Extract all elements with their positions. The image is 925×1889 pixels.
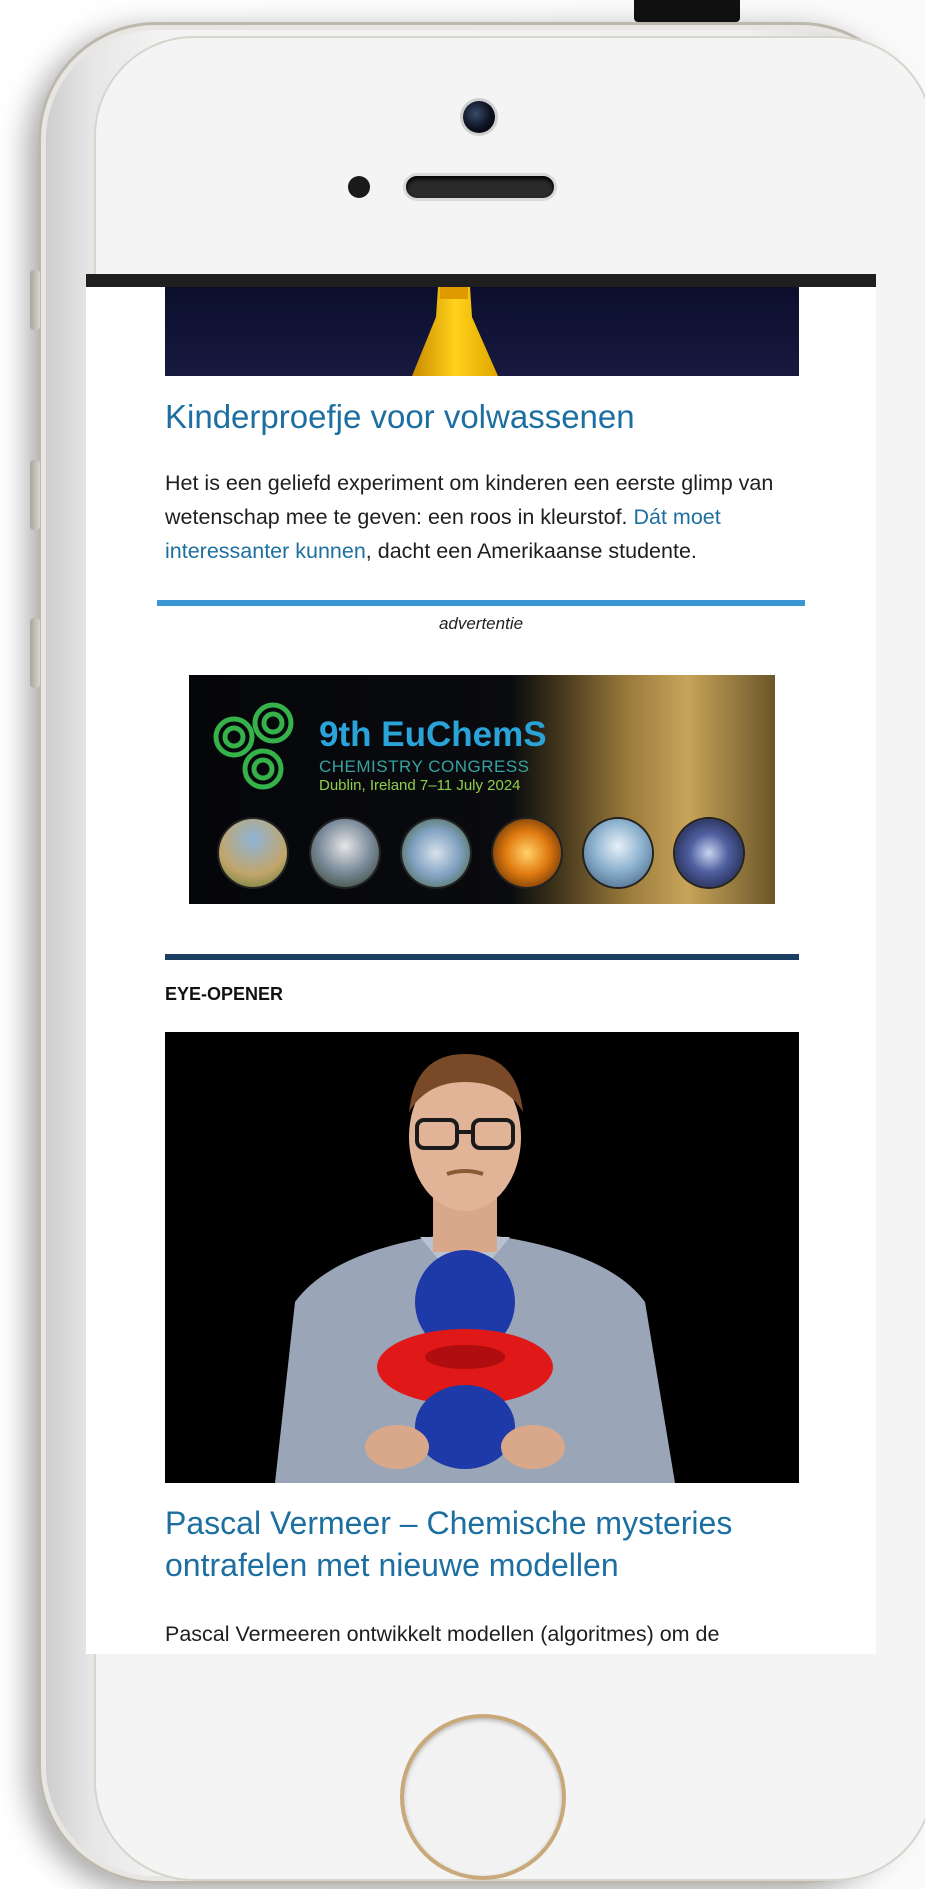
advert-photo-people <box>311 819 379 887</box>
advert-photo-library <box>675 819 743 887</box>
status-bar <box>86 274 876 287</box>
volume-up-button <box>30 460 40 530</box>
advert-photo-coast <box>402 819 470 887</box>
article-title-2[interactable]: Pascal Vermeer – Chemische mysteries ont… <box>165 1502 805 1586</box>
section-label: EYE-OPENER <box>165 984 284 1004</box>
advert-photo-castle <box>219 819 287 887</box>
device-top-edge <box>634 0 740 22</box>
volume-down-button <box>30 618 40 688</box>
home-button[interactable] <box>404 1718 562 1876</box>
section-divider <box>165 954 799 960</box>
article-title[interactable]: Kinderproefje voor volwassenen <box>165 396 805 438</box>
triskele-logo-icon <box>213 702 294 790</box>
advert-photo-building <box>584 819 652 887</box>
flask-illustration <box>412 287 498 376</box>
portrait-photo[interactable] <box>165 1032 799 1483</box>
advert-label: advertentie <box>438 614 524 633</box>
advert-banner[interactable]: 9th EuChemS CHEMISTRY CONGRESS Dublin, I… <box>189 675 775 904</box>
article-summary-2: Pascal Vermeeren ontwikkelt modellen (al… <box>165 1622 720 1646</box>
proximity-sensor-icon <box>348 176 370 198</box>
article-image[interactable] <box>165 287 799 376</box>
portrait-illustration <box>275 1054 675 1483</box>
earpiece-speaker-icon <box>406 176 554 198</box>
advert-title: 9th EuChemS <box>319 715 547 754</box>
advert-subtitle: CHEMISTRY CONGRESS <box>319 757 530 776</box>
mute-switch <box>30 270 40 330</box>
article-summary: Het is een geliefd experiment om kindere… <box>165 466 810 568</box>
front-camera-icon <box>463 101 495 133</box>
advert-location: Dublin, Ireland 7–11 July 2024 <box>319 777 521 794</box>
article-summary-text-end: , dacht een Amerikaanse studente. <box>365 539 697 563</box>
advert-divider <box>157 600 805 606</box>
phone-screen: Kinderproefje voor volwassenen Het is ee… <box>86 274 876 1654</box>
advert-photo-gold <box>493 819 561 887</box>
